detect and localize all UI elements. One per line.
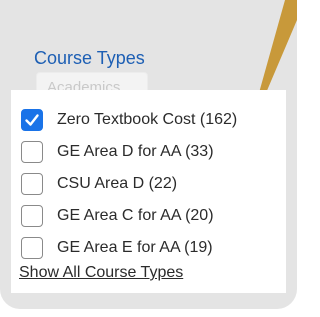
option-ge-area-d-aa[interactable]: GE Area D for AA (33) — [21, 140, 214, 164]
option-label: GE Area C for AA (20) — [57, 207, 214, 224]
option-csu-area-d[interactable]: CSU Area D (22) — [21, 172, 177, 196]
filter-panel: Course Types Academics Zero Textbook Cos… — [0, 0, 297, 309]
option-label: GE Area E for AA (19) — [57, 239, 213, 256]
checkbox-checked[interactable] — [21, 109, 43, 131]
option-zero-textbook-cost[interactable]: Zero Textbook Cost (162) — [21, 108, 237, 132]
checkbox[interactable] — [21, 237, 43, 259]
show-all-course-types-link[interactable]: Show All Course Types — [19, 264, 183, 282]
option-ge-area-c-aa[interactable]: GE Area C for AA (20) — [21, 204, 214, 228]
course-type-list: Zero Textbook Cost (162) GE Area D for A… — [11, 90, 286, 293]
option-ge-area-e-aa[interactable]: GE Area E for AA (19) — [21, 236, 213, 260]
decorative-wedge — [257, 0, 297, 100]
option-label: Zero Textbook Cost (162) — [57, 111, 238, 128]
option-label: GE Area D for AA (33) — [57, 143, 214, 160]
section-title: Course Types — [34, 48, 145, 68]
option-label: CSU Area D (22) — [57, 175, 178, 192]
page: Course Types Academics Zero Textbook Cos… — [0, 0, 303, 317]
checkbox[interactable] — [21, 173, 43, 195]
checkbox[interactable] — [21, 205, 43, 227]
checkbox[interactable] — [21, 141, 43, 163]
check-icon — [25, 114, 39, 126]
